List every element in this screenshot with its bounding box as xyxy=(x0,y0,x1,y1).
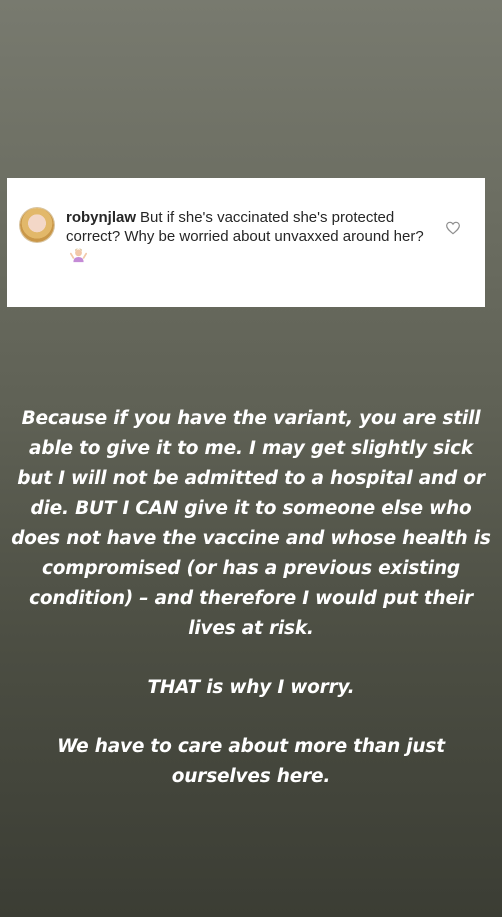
comment-body: robynjlaw But if she's vaccinated she's p… xyxy=(66,208,436,265)
comment-sticker[interactable]: robynjlaw But if she's vaccinated she's p… xyxy=(7,178,485,307)
story-screen: { "comment": { "username": "robynjlaw", … xyxy=(0,0,502,917)
story-paragraph-2: THAT is why I worry. xyxy=(147,677,355,698)
person-shrugging-emoji-icon xyxy=(70,248,87,263)
comment-username[interactable]: robynjlaw xyxy=(66,209,136,226)
story-text-block: Because if you have the variant, you are… xyxy=(0,404,502,821)
heart-icon[interactable] xyxy=(445,220,461,236)
avatar[interactable] xyxy=(20,208,54,242)
story-paragraph-1: Because if you have the variant, you are… xyxy=(11,408,491,639)
story-paragraph-3: We have to care about more than just our… xyxy=(57,736,445,787)
